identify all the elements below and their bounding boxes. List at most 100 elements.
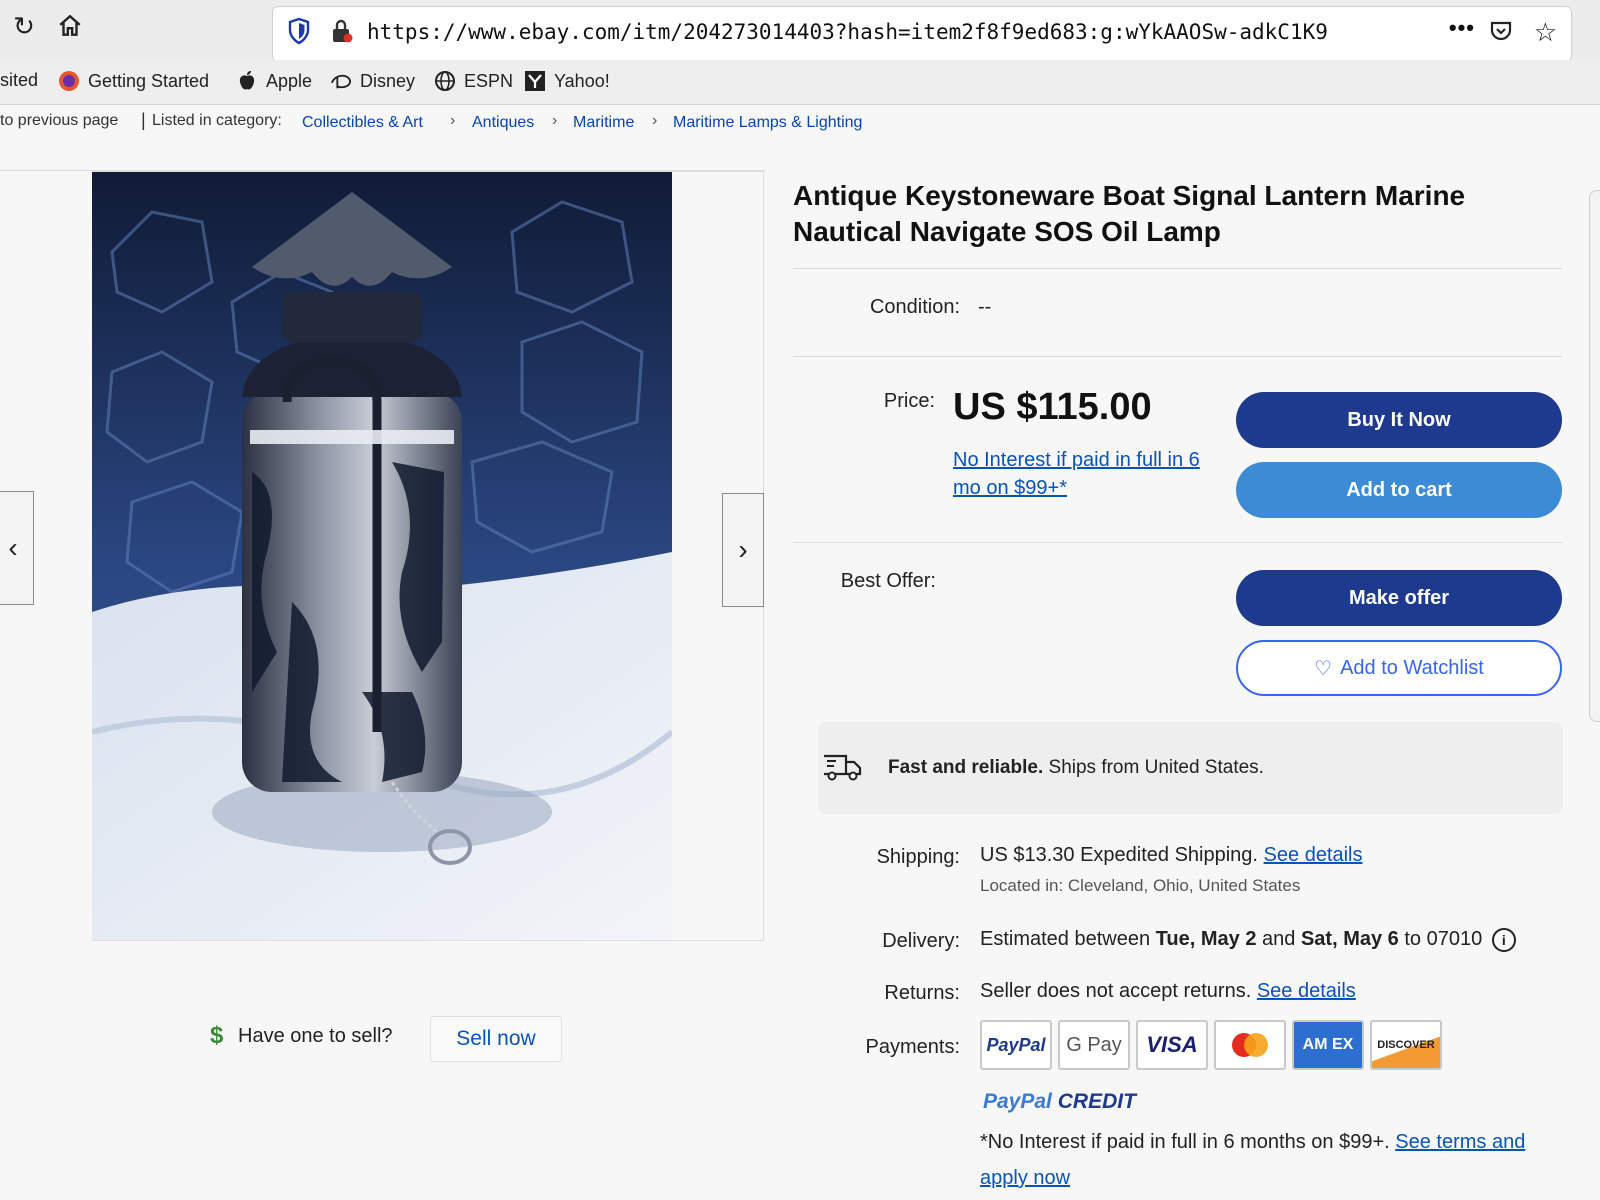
chevron-right-icon: › <box>652 112 658 129</box>
payments-label: Payments: <box>865 1036 960 1058</box>
info-icon[interactable]: i <box>1491 928 1516 952</box>
paypal-credit-word-b: CREDIT <box>1057 1090 1136 1113</box>
make-offer-button[interactable]: Make offer <box>1236 570 1562 626</box>
google-pay-badge: G Pay <box>1058 1020 1130 1070</box>
dollar-icon: $ <box>210 1022 224 1049</box>
side-panel-edge <box>1589 190 1600 722</box>
bookmark-yahoo[interactable]: Yahoo! <box>524 70 610 92</box>
returns-value: Seller does not accept returns. See deta… <box>980 980 1356 1003</box>
financing-link[interactable]: No Interest if paid in full in 6 mo on $… <box>953 446 1223 502</box>
shipping-label: Shipping: <box>876 846 960 868</box>
next-image-button[interactable]: › <box>722 493 764 607</box>
fast-shipping-icon <box>822 752 862 782</box>
price-label: Price: <box>883 390 935 412</box>
category-link-maritime-lamps[interactable]: Maritime Lamps & Lighting <box>673 114 862 132</box>
reload-icon[interactable]: ↻ <box>8 10 40 42</box>
add-to-watchlist-button[interactable]: ♡ Add to Watchlist <box>1236 640 1562 696</box>
chevron-right-icon: › <box>552 112 558 129</box>
delivery-and: and <box>1262 928 1296 950</box>
condition-value: -- <box>978 296 992 318</box>
yahoo-icon <box>524 70 546 92</box>
address-bar[interactable]: https://www.ebay.com/itm/204273014403?ha… <box>272 6 1572 62</box>
bookmark-label: sited <box>0 70 39 90</box>
tracking-shield-icon[interactable] <box>287 17 313 47</box>
sell-now-button[interactable]: Sell now <box>430 1016 562 1062</box>
bookmark-star-icon[interactable]: ☆ <box>1534 17 1557 48</box>
lock-icon[interactable] <box>329 17 355 47</box>
category-link-collectibles[interactable]: Collectibles & Art <box>302 114 423 132</box>
item-price: US $115.00 <box>953 386 1152 428</box>
delivery-zip: to 07010 <box>1404 928 1483 950</box>
paypal-credit-word-a: PayPal <box>983 1090 1052 1113</box>
product-photo[interactable] <box>92 172 672 940</box>
bookmark-espn[interactable]: ESPN <box>434 70 513 92</box>
buy-it-now-button[interactable]: Buy It Now <box>1236 392 1562 448</box>
bookmark-label: Disney <box>360 70 416 91</box>
delivery-end-date: Sat, May 6 <box>1300 928 1399 950</box>
returns-see-details-link[interactable]: See details <box>1257 980 1356 1002</box>
delivery-start-date: Tue, May 2 <box>1155 928 1257 950</box>
shipping-banner: Fast and reliable. Ships from United Sta… <box>818 722 1563 814</box>
breadcrumb: to previous page | Listed in category: C… <box>0 104 1600 138</box>
chevron-right-icon: › <box>738 534 748 565</box>
credit-note: *No Interest if paid in full in 6 months… <box>980 1124 1560 1196</box>
returns-label: Returns: <box>884 982 960 1004</box>
add-to-cart-button[interactable]: Add to cart <box>1236 462 1562 518</box>
shipping-banner-bold: Fast and reliable. <box>888 757 1044 778</box>
page-actions-icon[interactable]: ••• <box>1449 15 1475 41</box>
paypal-credit-logo: PayPal CREDIT <box>983 1090 1136 1114</box>
bookmarks-bar: sited Getting Started Apple Disney ESPN … <box>0 60 1600 105</box>
globe-icon <box>434 70 456 92</box>
bookmark-label: ESPN <box>464 70 514 91</box>
delivery-prefix: Estimated between <box>980 928 1151 950</box>
apple-icon <box>236 70 258 92</box>
bookmark-disney[interactable]: Disney <box>330 70 415 92</box>
credit-note-text: *No Interest if paid in full in 6 months… <box>980 1131 1390 1153</box>
breadcrumb-separator: | <box>141 110 146 130</box>
delivery-estimate: Estimated between Tue, May 2 and Sat, Ma… <box>980 928 1516 952</box>
bookmark-apple[interactable]: Apple <box>236 70 312 92</box>
shipping-banner-text: Fast and reliable. Ships from United Sta… <box>888 757 1264 779</box>
home-icon[interactable] <box>54 10 86 42</box>
shipping-banner-origin: Ships from United States. <box>1048 757 1264 778</box>
listed-in-label: Listed in category: <box>152 112 282 129</box>
mastercard-badge <box>1214 1020 1286 1070</box>
shipping-cost: US $13.30 Expedited Shipping. <box>980 844 1258 866</box>
sell-question: Have one to sell? <box>238 1025 393 1047</box>
bookmark-label: Yahoo! <box>554 70 610 91</box>
amex-badge: AM EX <box>1292 1020 1364 1070</box>
listing-title: Antique Keystoneware Boat Signal Lantern… <box>793 180 1466 247</box>
browser-toolbar: ↻ https://www.ebay.com/itm/204273014403?… <box>0 0 1600 62</box>
returns-policy: Seller does not accept returns. <box>980 980 1252 1002</box>
bookmark-label: Getting Started <box>88 70 210 91</box>
discover-badge: DISCOVER <box>1370 1020 1442 1070</box>
category-link-maritime[interactable]: Maritime <box>573 114 634 132</box>
chevron-left-icon: ‹ <box>8 532 18 563</box>
chevron-right-icon: › <box>450 112 456 129</box>
previous-image-button[interactable]: ‹ <box>0 491 34 605</box>
delivery-label: Delivery: <box>882 930 960 952</box>
category-link-antiques[interactable]: Antiques <box>472 114 534 132</box>
shipping-see-details-link[interactable]: See details <box>1264 844 1363 866</box>
bookmark-getting-started[interactable]: Getting Started <box>58 70 209 92</box>
bookmark-most-visited[interactable]: sited <box>0 70 38 91</box>
heart-icon: ♡ <box>1314 657 1333 680</box>
divider <box>793 268 1563 269</box>
paypal-badge: PayPal <box>980 1020 1052 1070</box>
divider <box>793 542 1563 543</box>
bookmark-label: Apple <box>266 70 313 91</box>
firefox-icon <box>58 70 80 92</box>
back-to-previous-link[interactable]: to previous page <box>0 112 118 130</box>
url-text[interactable]: https://www.ebay.com/itm/204273014403?ha… <box>367 20 1328 44</box>
image-gallery: ‹ › <box>0 170 765 941</box>
shipping-value: US $13.30 Expedited Shipping. See detail… <box>980 844 1363 867</box>
condition-label: Condition: <box>869 296 960 318</box>
item-location: Located in: Cleveland, Ohio, United Stat… <box>980 876 1301 895</box>
visa-badge: VISA <box>1136 1020 1208 1070</box>
divider <box>793 356 1563 357</box>
best-offer-label: Best Offer: <box>840 570 936 592</box>
watchlist-label: Add to Watchlist <box>1340 656 1484 679</box>
main-image-frame <box>92 171 764 941</box>
pocket-icon[interactable] <box>1489 19 1515 45</box>
disney-icon <box>330 70 352 92</box>
